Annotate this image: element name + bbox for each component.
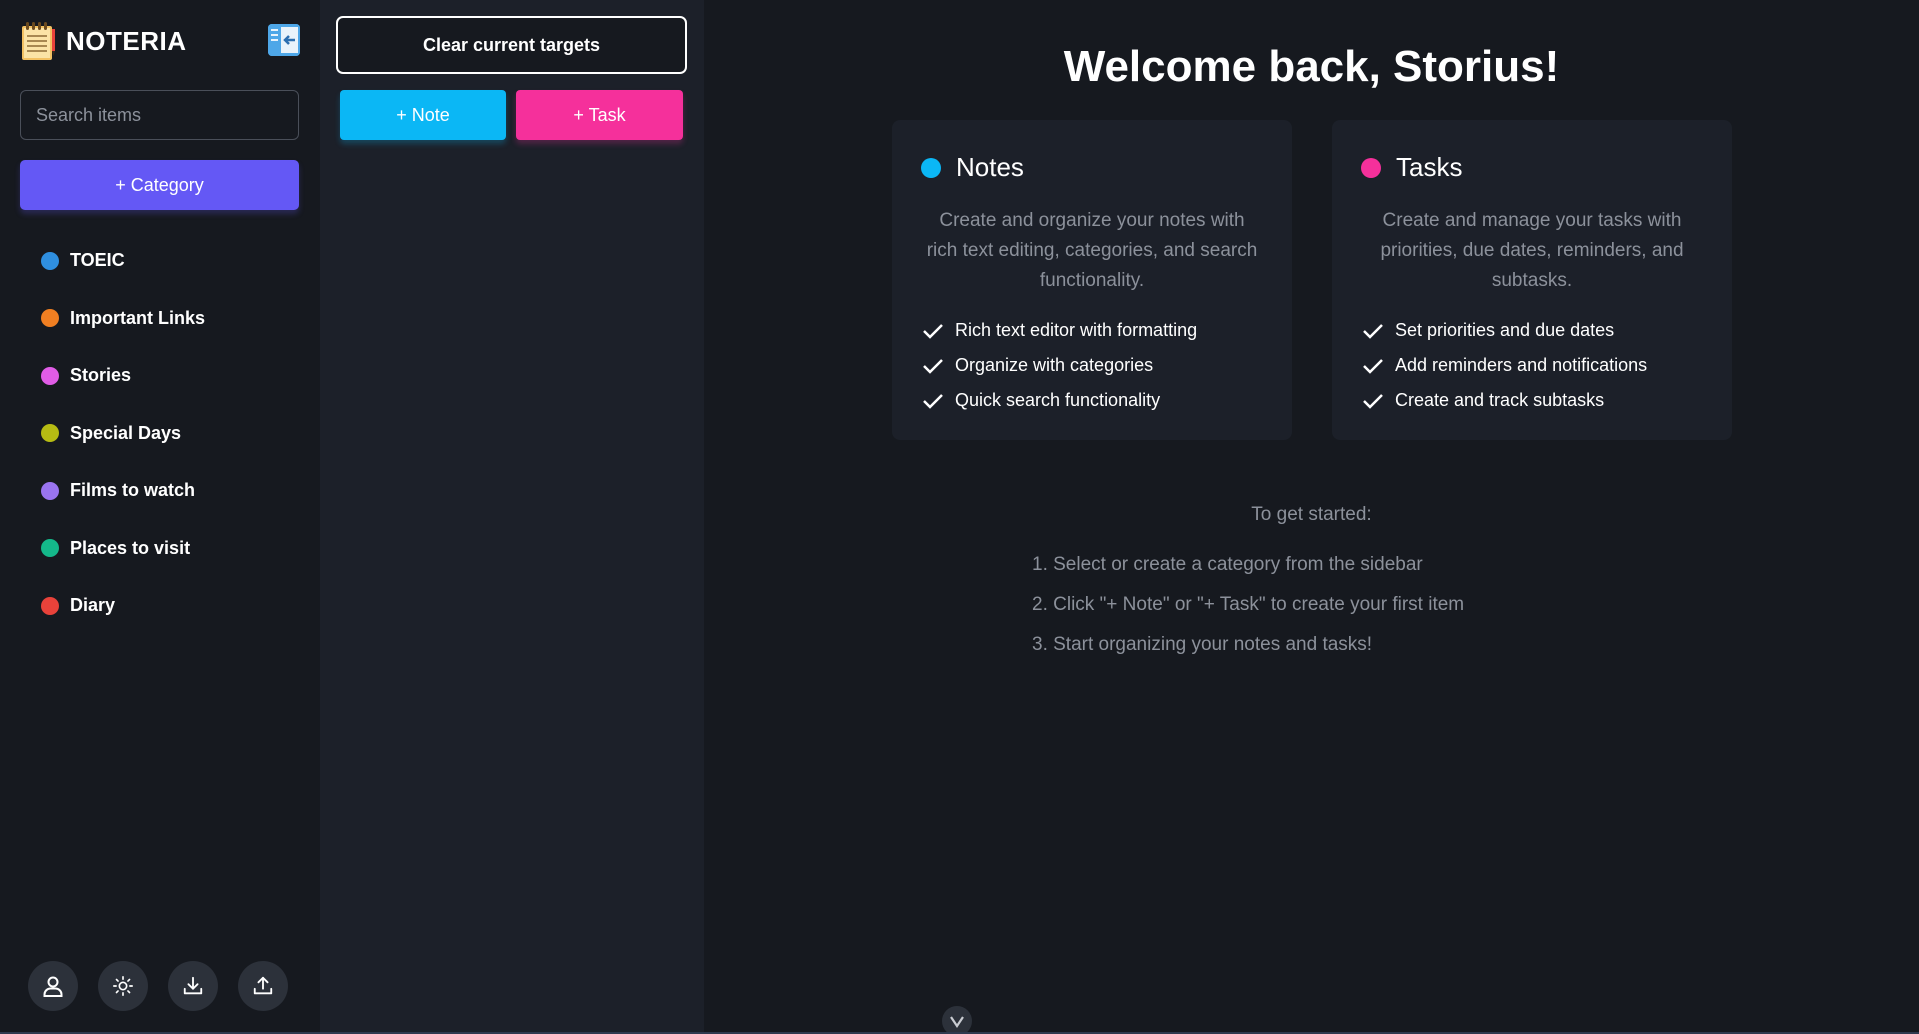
category-label: Diary (70, 595, 116, 616)
card-description: Create and organize your notes with rich… (926, 210, 1258, 291)
getting-started-steps: 1. Select or create a category from the … (1032, 550, 1464, 670)
feature-text: Create and track subtasks (1395, 390, 1605, 410)
step-item: 2. Click "+ Note" or "+ Task" to create … (1032, 594, 1465, 615)
card-title: Notes (956, 152, 1024, 182)
category-item-special-days[interactable]: Special Days (20, 405, 299, 463)
step-item: 1. Select or create a category from the … (1032, 554, 1423, 575)
feature-item: Create and track subtasks (1362, 383, 1647, 418)
download-icon (183, 976, 203, 995)
card-title: Tasks (1396, 152, 1463, 182)
item-list-panel: Clear current targets + Note + Task (320, 0, 704, 1034)
category-color-dot (41, 366, 59, 385)
scroll-down-button[interactable] (942, 1006, 972, 1034)
upload-button[interactable] (238, 961, 288, 1011)
feature-item: Set priorities and due dates (1362, 313, 1647, 348)
check-icon (1363, 358, 1383, 374)
feature-text: Quick search functionality (955, 390, 1161, 410)
upload-icon (253, 976, 273, 995)
category-label: Important Links (70, 307, 206, 328)
category-item-important-links[interactable]: Important Links (20, 290, 299, 348)
category-item-films-to-watch[interactable]: Films to watch (20, 462, 299, 520)
feature-item: Quick search functionality (922, 383, 1197, 418)
sidebar-bottom-toolbar (28, 961, 288, 1011)
check-icon (923, 393, 943, 409)
category-color-dot (41, 251, 59, 270)
category-item-diary[interactable]: Diary (20, 577, 299, 635)
check-icon (923, 323, 943, 339)
feature-list: Rich text editor with formatting Organiz… (922, 313, 1197, 418)
feature-item: Rich text editor with formatting (922, 313, 1197, 348)
category-label: TOEIC (70, 250, 125, 271)
add-task-button[interactable]: + Task (516, 90, 683, 140)
feature-text: Rich text editor with formatting (955, 320, 1198, 340)
download-button[interactable] (168, 961, 218, 1011)
add-category-button[interactable]: + Category (20, 160, 299, 210)
category-label: Places to visit (70, 537, 191, 558)
main-content: Welcome back, Storius! Notes Create and … (704, 0, 1919, 1034)
category-color-dot (41, 539, 59, 558)
feature-text: Set priorities and due dates (1395, 320, 1615, 340)
sidebar: NOTERIA + Category TOEIC Important (0, 0, 320, 1034)
app-root: NOTERIA + Category TOEIC Important (0, 0, 1919, 1034)
brand: NOTERIA (20, 20, 187, 62)
sidebar-collapse-icon (268, 24, 300, 56)
collapse-sidebar-button[interactable] (268, 24, 300, 56)
category-color-dot (41, 481, 59, 500)
feature-list: Set priorities and due dates Add reminde… (1362, 313, 1647, 418)
notes-card: Notes Create and organize your notes wit… (892, 120, 1292, 440)
category-item-stories[interactable]: Stories (20, 347, 299, 405)
category-label: Stories (70, 365, 132, 386)
category-item-places-to-visit[interactable]: Places to visit (20, 520, 299, 578)
category-color-dot (41, 309, 59, 328)
getting-started-title: To get started: (1251, 504, 1372, 525)
check-icon (1363, 323, 1383, 339)
feature-item: Organize with categories (922, 348, 1197, 383)
brand-name: NOTERIA (66, 25, 187, 56)
notepad-logo-icon (22, 22, 55, 60)
notes-color-dot (921, 157, 941, 178)
add-note-button[interactable]: + Note (340, 90, 506, 140)
feature-item: Add reminders and notifications (1362, 348, 1647, 383)
tasks-card: Tasks Create and manage your tasks with … (1332, 120, 1732, 440)
category-label: Special Days (70, 422, 182, 443)
search-input[interactable] (20, 90, 299, 140)
category-item-toeic[interactable]: TOEIC (20, 232, 299, 290)
user-icon (43, 976, 63, 997)
tasks-color-dot (1361, 157, 1381, 178)
step-item: 3. Start organizing your notes and tasks… (1032, 634, 1373, 655)
sun-icon (113, 976, 133, 996)
check-icon (923, 358, 943, 374)
category-list: TOEIC Important Links Stories Special Da… (20, 232, 299, 635)
welcome-heading: Welcome back, Storius! (1063, 42, 1560, 91)
card-header: Tasks (1361, 152, 1462, 183)
chevron-down-icon (950, 1016, 964, 1028)
feature-text: Organize with categories (955, 355, 1154, 375)
profile-button[interactable] (28, 961, 78, 1011)
theme-toggle-button[interactable] (98, 961, 148, 1011)
card-header: Notes (921, 152, 1024, 183)
category-color-dot (41, 424, 59, 443)
feature-text: Add reminders and notifications (1395, 355, 1648, 375)
card-description: Create and manage your tasks with priori… (1380, 210, 1684, 291)
category-label: Films to watch (70, 480, 196, 501)
category-color-dot (41, 596, 59, 615)
check-icon (1363, 393, 1383, 409)
clear-targets-button[interactable]: Clear current targets (336, 16, 687, 74)
